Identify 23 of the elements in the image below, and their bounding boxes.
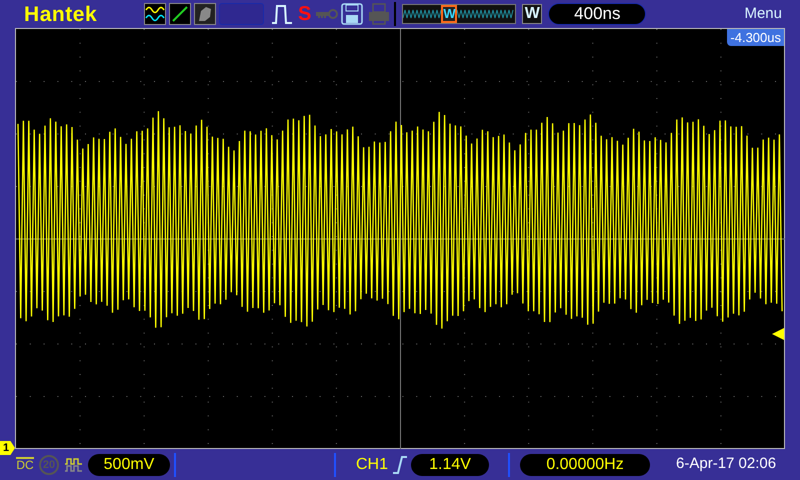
- date-time: 6-Apr-17 02:06: [676, 454, 776, 474]
- stop-indicator: S: [298, 4, 312, 24]
- frequency-readout: 0.00000Hz: [520, 454, 650, 476]
- menu-label[interactable]: Menu: [744, 2, 782, 26]
- save-icon[interactable]: [341, 3, 364, 25]
- status-box: [219, 3, 264, 25]
- persistence-icon[interactable]: [194, 3, 216, 25]
- zoom-button[interactable]: W: [522, 4, 542, 24]
- bandwidth-limit-indicator: 20: [39, 454, 59, 474]
- pulse-icon[interactable]: [271, 3, 293, 25]
- waveform-channels-icon[interactable]: [144, 3, 166, 25]
- volts-per-div-readout: 500mV: [88, 454, 170, 476]
- coupling-indicator: DC: [16, 457, 34, 472]
- rising-edge-icon: [393, 456, 408, 474]
- trigger-source-label: CH1: [356, 454, 388, 474]
- trigger-level-marker: [772, 328, 784, 340]
- timebase-readout: 400ns: [548, 3, 646, 25]
- pulse-train-icon: [65, 458, 82, 472]
- trigger-level-readout: 1.14V: [411, 454, 490, 476]
- brand-logo: Hantek: [24, 4, 98, 24]
- channel-marker: 1: [0, 441, 15, 455]
- trigger-offset-badge: -4.300us: [727, 29, 784, 46]
- xy-mode-icon[interactable]: [169, 3, 191, 25]
